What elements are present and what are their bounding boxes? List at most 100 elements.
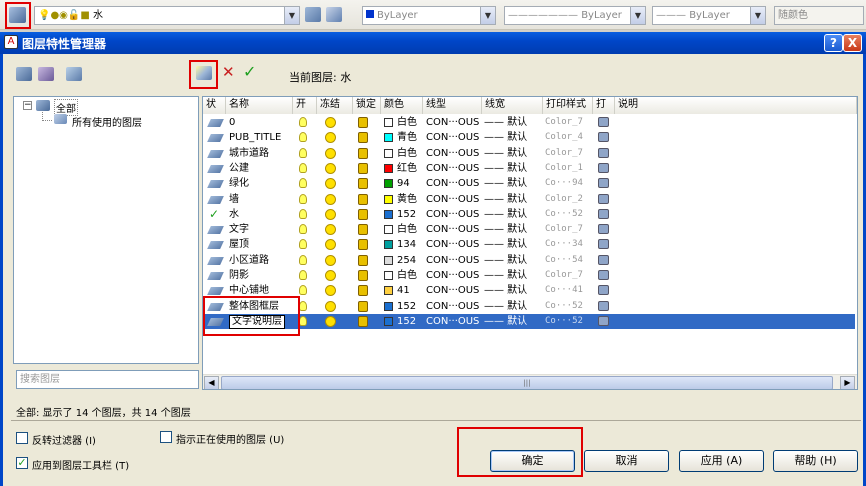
- lock-icon[interactable]: [358, 147, 368, 159]
- layer-name[interactable]: 阴影: [229, 268, 249, 283]
- layer-lineweight[interactable]: —— 默认: [484, 176, 527, 191]
- col-status-header[interactable]: 状: [203, 97, 226, 114]
- layer-color[interactable]: 152: [397, 314, 416, 329]
- layer-linetype[interactable]: CON···OUS: [426, 115, 479, 130]
- delete-layer-icon[interactable]: ✕: [222, 63, 235, 81]
- layer-name[interactable]: 文字说明层: [229, 314, 285, 329]
- layer-lineweight[interactable]: —— 默认: [484, 253, 527, 268]
- freeze-sun-icon[interactable]: [325, 162, 336, 174]
- printer-icon[interactable]: [598, 193, 609, 204]
- ok-button[interactable]: 确定: [490, 450, 575, 472]
- scroll-thumb[interactable]: |||: [221, 376, 833, 389]
- layer-name[interactable]: 文字: [229, 222, 249, 237]
- layer-lineweight[interactable]: —— 默认: [484, 268, 527, 283]
- lock-icon[interactable]: [358, 117, 368, 128]
- printer-icon[interactable]: [598, 208, 609, 219]
- layer-color[interactable]: 152: [397, 207, 416, 222]
- layer-color[interactable]: 254: [397, 253, 416, 268]
- layer-name[interactable]: 0: [229, 115, 235, 130]
- lock-icon[interactable]: [358, 178, 368, 190]
- lock-icon[interactable]: [358, 162, 368, 174]
- layer-linetype[interactable]: CON···OUS: [426, 130, 479, 145]
- col-plotstyle-header[interactable]: 打印样式: [543, 97, 593, 114]
- layer-states-manager-icon[interactable]: [66, 67, 82, 81]
- close-button[interactable]: X: [843, 34, 862, 52]
- layer-status-icon[interactable]: [207, 317, 224, 326]
- layer-name[interactable]: 墙: [229, 192, 239, 207]
- lightbulb-icon[interactable]: [299, 315, 307, 326]
- invert-filter-checkbox[interactable]: [16, 432, 28, 444]
- layer-linetype[interactable]: CON···OUS: [426, 192, 479, 207]
- tree-item-used[interactable]: 所有使用的图层: [72, 114, 142, 129]
- chevron-down-icon[interactable]: ▼: [480, 7, 495, 24]
- layer-color[interactable]: 黄色: [397, 192, 417, 207]
- color-swatch[interactable]: [384, 255, 393, 265]
- layer-row[interactable]: 阴影 白色 CON···OUS —— 默认 Color_7: [203, 268, 855, 283]
- layer-color[interactable]: 白色: [397, 268, 417, 283]
- lock-icon[interactable]: [358, 254, 368, 266]
- col-linetype-header[interactable]: 线型: [423, 97, 482, 114]
- color-swatch[interactable]: [384, 271, 393, 280]
- layer-status-icon[interactable]: [207, 256, 224, 265]
- layer-row[interactable]: 文字说明层 152 CON···OUS —— 默认 Co···52: [203, 313, 855, 330]
- layer-lineweight[interactable]: —— 默认: [484, 192, 527, 207]
- color-swatch[interactable]: [384, 286, 393, 296]
- layer-linetype[interactable]: CON···OUS: [426, 161, 479, 176]
- layer-status-icon[interactable]: [207, 134, 224, 143]
- help-title-button[interactable]: ?: [824, 34, 843, 52]
- printer-icon[interactable]: [598, 147, 609, 158]
- color-swatch[interactable]: [384, 301, 393, 311]
- layer-linetype[interactable]: CON···OUS: [426, 176, 479, 191]
- layer-color[interactable]: 白色: [397, 146, 417, 161]
- layer-lineweight[interactable]: —— 默认: [484, 207, 527, 222]
- layer-name[interactable]: 整体图框层: [229, 299, 279, 314]
- layer-linetype[interactable]: CON···OUS: [426, 222, 479, 237]
- color-swatch[interactable]: [384, 148, 393, 158]
- layer-status-icon[interactable]: [207, 119, 224, 127]
- lightbulb-icon[interactable]: [299, 132, 307, 143]
- lock-icon[interactable]: [358, 132, 368, 144]
- freeze-sun-icon[interactable]: [325, 224, 336, 236]
- freeze-sun-icon[interactable]: [325, 315, 336, 327]
- freeze-sun-icon[interactable]: [325, 254, 336, 266]
- freeze-sun-icon[interactable]: [325, 147, 336, 159]
- color-swatch[interactable]: [384, 240, 393, 250]
- lightbulb-icon[interactable]: [299, 254, 307, 265]
- apply-toolbar-checkbox[interactable]: ✓: [16, 457, 28, 469]
- layer-manager-icon[interactable]: [9, 7, 26, 23]
- horizontal-scrollbar[interactable]: ◀ ||| ▶: [203, 374, 857, 389]
- layer-row[interactable]: ✓ 水 152 CON···OUS —— 默认 Co···52: [203, 207, 855, 222]
- printer-icon[interactable]: [598, 132, 609, 143]
- chevron-down-icon[interactable]: ▼: [630, 7, 645, 24]
- color-swatch[interactable]: [384, 225, 393, 235]
- layer-previous-icon[interactable]: [326, 7, 342, 22]
- col-lock-header[interactable]: 锁定: [353, 97, 381, 114]
- col-color-header[interactable]: 颜色: [381, 97, 423, 114]
- layer-status-icon[interactable]: [207, 226, 224, 235]
- dialog-titlebar[interactable]: A 图层特性管理器 ? X: [0, 32, 866, 54]
- layer-name[interactable]: 水: [229, 207, 239, 222]
- layer-row[interactable]: 整体图框层 152 CON···OUS —— 默认 Co···52: [203, 299, 855, 314]
- color-swatch[interactable]: [384, 194, 393, 204]
- lightbulb-icon[interactable]: [299, 208, 307, 219]
- printer-icon[interactable]: [598, 254, 609, 265]
- lock-icon[interactable]: [358, 285, 368, 297]
- lock-icon[interactable]: [358, 193, 368, 205]
- layer-row[interactable]: 屋顶 134 CON···OUS —— 默认 Co···34: [203, 237, 855, 252]
- apply-button[interactable]: 应用 (A): [679, 450, 764, 472]
- color-swatch[interactable]: [384, 163, 393, 173]
- freeze-sun-icon[interactable]: [325, 193, 336, 205]
- scroll-right-button[interactable]: ▶: [840, 376, 855, 389]
- color-swatch[interactable]: [384, 179, 393, 189]
- lightbulb-icon[interactable]: [299, 147, 307, 158]
- layer-linetype[interactable]: CON···OUS: [426, 146, 479, 161]
- layer-status-icon[interactable]: [207, 195, 224, 204]
- color-swatch[interactable]: [384, 316, 393, 326]
- color-swatch[interactable]: [384, 209, 393, 219]
- layer-lineweight[interactable]: —— 默认: [484, 222, 527, 237]
- color-swatch[interactable]: [384, 118, 393, 127]
- layer-row[interactable]: 公建 红色 CON···OUS —— 默认 Color_1: [203, 161, 855, 176]
- layer-row[interactable]: 小区道路 254 CON···OUS —— 默认 Co···54: [203, 253, 855, 268]
- color-combo[interactable]: ByLayer ▼: [362, 6, 496, 25]
- current-check-icon[interactable]: ✓: [209, 207, 219, 222]
